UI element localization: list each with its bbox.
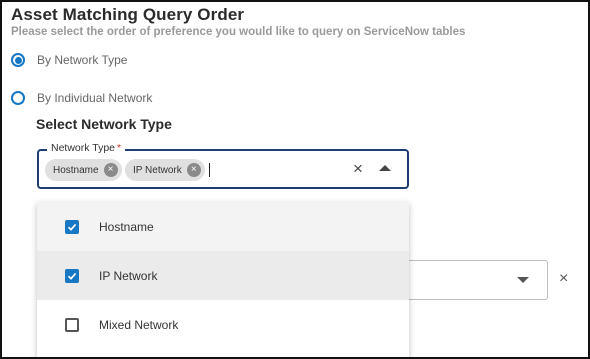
collapse-arrow-icon[interactable] (379, 165, 391, 171)
page-title: Asset Matching Query Order (11, 5, 245, 24)
chip-label: IP Network (133, 164, 182, 176)
chip-remove-icon[interactable]: × (186, 163, 201, 177)
option-label: Mixed Network (99, 317, 179, 332)
checkbox-checked-icon[interactable] (65, 268, 79, 283)
text-cursor (209, 163, 210, 177)
background-clear-icon[interactable]: × (559, 270, 568, 288)
chevron-down-icon[interactable] (517, 277, 529, 283)
network-type-multiselect[interactable]: Network Type * Hostname × IP Network × × (37, 142, 409, 189)
radio-by-network-type[interactable]: By Network Type (11, 50, 127, 70)
checkbox-checked-icon[interactable] (65, 219, 79, 234)
network-type-field-label: Network Type * (47, 142, 126, 154)
radio-label-by-network-type: By Network Type (37, 53, 128, 67)
radio-by-individual-network[interactable]: By Individual Network (11, 88, 152, 108)
chip-hostname: Hostname × (45, 159, 122, 181)
option-hostname[interactable]: Hostname (37, 202, 409, 251)
option-label: IP Network (99, 268, 158, 283)
option-label: Hostname (99, 219, 154, 234)
radio-selected-icon[interactable] (11, 53, 25, 67)
chip-remove-icon[interactable]: × (103, 163, 118, 177)
option-ip-network[interactable]: IP Network (37, 251, 409, 300)
option-mixed-network[interactable]: Mixed Network (37, 300, 409, 349)
asset-matching-panel: Asset Matching Query Order Please select… (0, 0, 590, 359)
page-subtitle: Please select the order of preference yo… (11, 26, 466, 38)
radio-unselected-icon[interactable] (11, 91, 25, 105)
chip-label: Hostname (53, 164, 99, 176)
network-type-options-list: Hostname IP Network Mixed Network (37, 202, 409, 357)
required-asterisk: * (117, 142, 122, 154)
radio-label-by-individual-network: By Individual Network (37, 91, 153, 105)
section-title: Select Network Type (36, 116, 172, 132)
chip-ip-network: IP Network × (125, 159, 205, 181)
checkbox-unchecked-icon[interactable] (65, 317, 79, 332)
clear-all-icon[interactable]: × (349, 160, 367, 178)
